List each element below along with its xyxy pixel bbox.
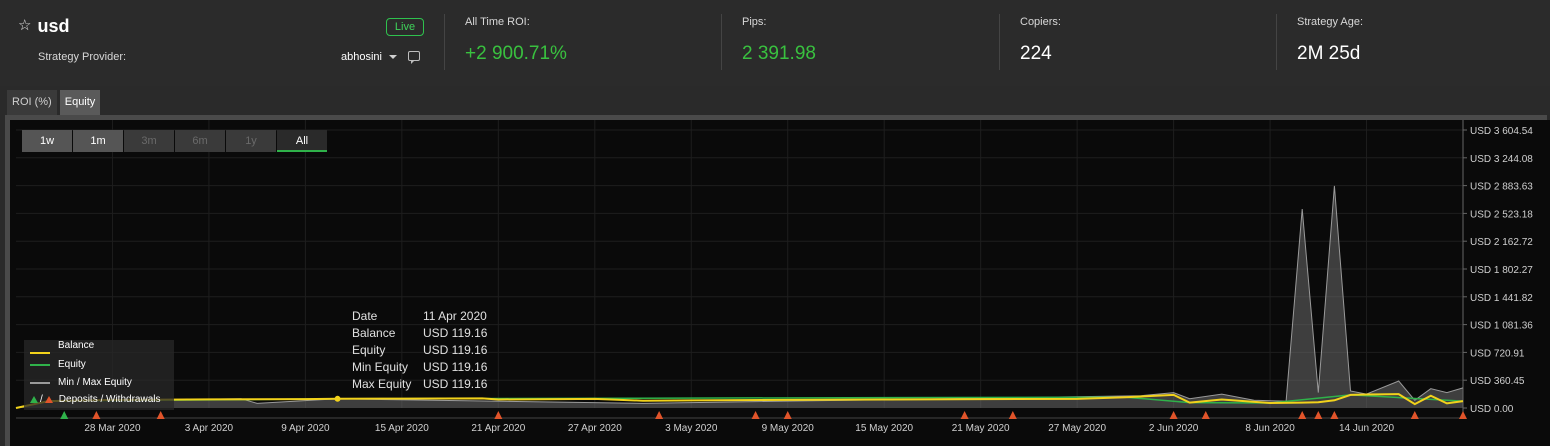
chart-legend: Balance Equity Min / Max Equity / Deposi…: [24, 340, 174, 410]
withdrawal-marker: [156, 411, 165, 419]
tooltip-row: Balance USD 119.16: [352, 325, 487, 342]
withdrawal-marker: [1410, 411, 1419, 419]
x-tick-label: 9 May 2020: [762, 423, 815, 434]
withdrawal-marker: [1459, 411, 1467, 419]
tooltip-row: Date 11 Apr 2020: [352, 308, 487, 325]
tooltip-key: Balance: [352, 326, 396, 340]
range-button-1m[interactable]: 1m: [73, 130, 123, 152]
deposit-triangle-icon: [30, 396, 38, 403]
range-button-all[interactable]: All: [277, 130, 327, 152]
y-tick-label: USD 1 441.82: [1470, 293, 1533, 304]
tooltip-value: USD 119.16: [423, 377, 488, 391]
withdrawal-marker: [1169, 411, 1178, 419]
hover-point: [334, 395, 341, 402]
tooltip-key: Equity: [352, 343, 386, 357]
tooltip-value: 11 Apr 2020: [423, 309, 487, 323]
range-button-1w[interactable]: 1w: [22, 130, 72, 152]
y-tick-label: USD 720.91: [1470, 348, 1525, 359]
legend-item-minmax[interactable]: Min / Max Equity: [30, 377, 132, 388]
legend-item-equity[interactable]: Equity: [30, 359, 86, 370]
equity-chart: USD 0.00 USD 360.45 USD 720.91 USD 1 081.36…: [15, 120, 1533, 434]
legend-equity-swatch: [30, 363, 50, 366]
tooltip-value: USD 119.16: [423, 343, 488, 357]
x-tick-label: 3 Apr 2020: [185, 423, 234, 434]
x-tick-label: 15 May 2020: [855, 423, 913, 434]
y-tick-label: USD 0.00: [1470, 404, 1514, 415]
withdrawal-marker: [960, 411, 969, 419]
tooltip-key: Min Equity: [352, 360, 409, 374]
withdrawal-marker: [783, 411, 792, 419]
x-tick-label: 21 May 2020: [952, 423, 1010, 434]
withdrawal-marker: [92, 411, 101, 419]
withdrawal-marker: [1314, 411, 1323, 419]
legend-minmax-swatch: [30, 381, 50, 384]
legend-item-deposits[interactable]: / Deposits / Withdrawals: [30, 394, 160, 405]
legend-label: Deposits / Withdrawals: [58, 394, 161, 405]
chart-tooltip: Date 11 Apr 2020 Balance USD 119.16 Equity…: [352, 308, 487, 393]
y-tick-label: USD 3 244.08: [1470, 154, 1533, 165]
legend-label: Min / Max Equity: [58, 377, 132, 388]
x-tick-label: 21 Apr 2020: [471, 423, 525, 434]
x-tick-label: 14 Jun 2020: [1339, 423, 1394, 434]
x-tick-label: 27 May 2020: [1048, 423, 1106, 434]
y-tick-label: USD 3 604.54: [1470, 126, 1533, 137]
range-button-6m[interactable]: 6m: [175, 130, 225, 152]
x-tick-label: 2 Jun 2020: [1149, 423, 1199, 434]
legend-item-balance[interactable]: Balance: [30, 340, 94, 351]
x-tick-label: 8 Jun 2020: [1245, 423, 1295, 434]
withdrawal-marker: [1201, 411, 1210, 419]
withdrawal-marker: [1008, 411, 1017, 419]
range-selector: 1w 1m 3m 6m 1y All: [22, 130, 327, 152]
y-tick-label: USD 2 523.18: [1470, 209, 1533, 220]
y-tick-label: USD 2 162.72: [1470, 237, 1533, 248]
legend-label: Equity: [58, 359, 86, 370]
range-button-1y[interactable]: 1y: [226, 130, 276, 152]
withdrawal-marker: [494, 411, 503, 419]
x-tick-label: 9 Apr 2020: [281, 423, 330, 434]
y-tick-label: USD 360.45: [1470, 376, 1525, 387]
y-tick-label: USD 2 883.63: [1470, 182, 1533, 193]
range-button-3m[interactable]: 3m: [124, 130, 174, 152]
withdrawal-triangle-icon: [44, 396, 53, 403]
tooltip-key: Max Equity: [352, 377, 412, 391]
deposit-marker: [60, 411, 69, 419]
withdrawal-marker: [655, 411, 664, 419]
tooltip-row: Min Equity USD 119.16: [352, 359, 487, 376]
tooltip-row: Max Equity USD 119.16: [352, 376, 487, 393]
tooltip-value: USD 119.16: [423, 360, 488, 374]
x-tick-label: 27 Apr 2020: [568, 423, 622, 434]
x-tick-label: 3 May 2020: [665, 423, 718, 434]
tooltip-row: Equity USD 119.16: [352, 342, 487, 359]
tooltip-value: USD 119.16: [423, 326, 488, 340]
y-tick-label: USD 1 081.36: [1470, 321, 1533, 332]
legend-separator: /: [40, 394, 43, 405]
withdrawal-marker: [1298, 411, 1307, 419]
legend-balance-swatch: [30, 352, 50, 354]
x-tick-label: 28 Mar 2020: [84, 423, 141, 434]
withdrawal-marker: [751, 411, 760, 419]
withdrawal-marker: [1330, 411, 1339, 419]
tooltip-key: Date: [352, 309, 378, 323]
y-tick-label: USD 1 802.27: [1470, 265, 1533, 276]
legend-label: Balance: [58, 340, 95, 351]
x-tick-label: 15 Apr 2020: [375, 423, 429, 434]
